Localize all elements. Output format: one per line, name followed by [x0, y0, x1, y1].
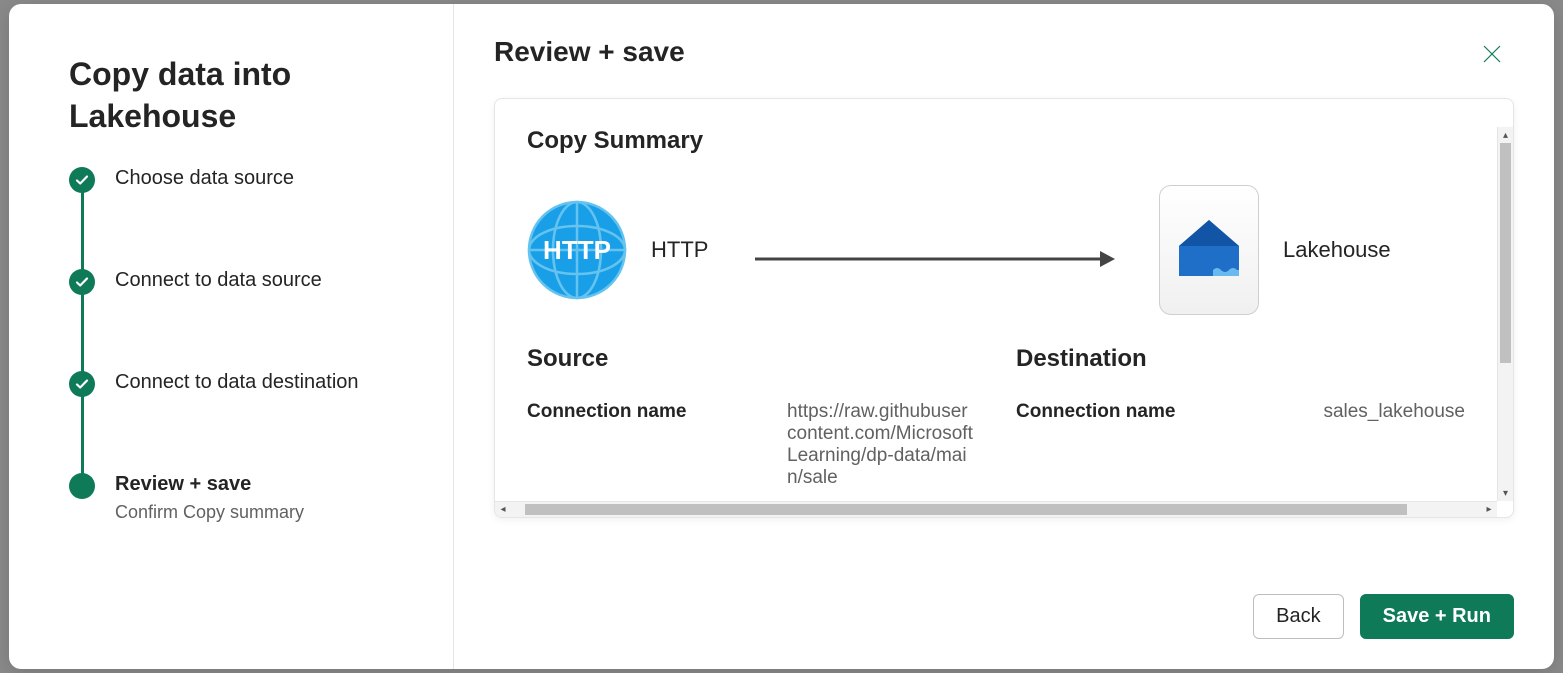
scroll-right-icon[interactable]: ▸: [1481, 502, 1497, 517]
page-title: Review + save: [494, 36, 1514, 68]
step-label: Choose data source: [115, 167, 294, 190]
flow-diagram: HTTP HTTP: [527, 185, 1465, 315]
current-step-icon: [69, 473, 95, 499]
source-connection-value: https://raw.githubusercontent.com/Micros…: [787, 401, 976, 489]
scroll-thumb[interactable]: [1500, 143, 1511, 363]
copy-summary-card: Copy Summary HTTP HTTP: [494, 98, 1514, 518]
scroll-thumb[interactable]: [525, 504, 1407, 515]
destination-connection-row: Connection name sales_lakehouse: [1016, 401, 1465, 423]
step-review-save[interactable]: Review + save Confirm Copy summary: [69, 473, 413, 523]
checkmark-icon: [69, 371, 95, 397]
arrow-right-icon: [755, 249, 1115, 251]
scroll-up-icon[interactable]: ▴: [1498, 127, 1513, 143]
step-sublabel: Confirm Copy summary: [115, 502, 304, 523]
wizard-sidebar: Copy data into Lakehouse Choose data sou…: [9, 4, 454, 669]
step-choose-data-source[interactable]: Choose data source: [69, 167, 413, 269]
step-connect-data-source[interactable]: Connect to data source: [69, 269, 413, 371]
horizontal-scrollbar[interactable]: ◂ ▸: [495, 501, 1497, 517]
wizard-footer: Back Save + Run: [494, 574, 1514, 639]
destination-connection-label: Connection name: [1016, 401, 1256, 423]
lakehouse-icon: [1159, 185, 1259, 315]
destination-heading: Destination: [1016, 345, 1465, 373]
close-icon: [1480, 42, 1504, 66]
save-run-button[interactable]: Save + Run: [1360, 594, 1514, 639]
scroll-left-icon[interactable]: ◂: [495, 502, 511, 517]
wizard-main: Review + save Copy Summary HTTP: [454, 4, 1554, 669]
close-button[interactable]: [1474, 36, 1510, 72]
source-type-label: HTTP: [651, 237, 721, 263]
source-column: Source Connection name https://raw.githu…: [527, 345, 976, 489]
wizard-title: Copy data into Lakehouse: [69, 54, 413, 137]
destination-column: Destination Connection name sales_lakeho…: [1016, 345, 1465, 489]
summary-details: Source Connection name https://raw.githu…: [527, 345, 1465, 489]
summary-title: Copy Summary: [527, 127, 1465, 155]
step-label: Connect to data source: [115, 269, 322, 292]
wizard-dialog: Copy data into Lakehouse Choose data sou…: [9, 4, 1554, 669]
destination-connection-value: sales_lakehouse: [1276, 401, 1465, 423]
step-label: Connect to data destination: [115, 371, 359, 394]
destination-type-label: Lakehouse: [1283, 237, 1391, 263]
source-connection-label: Connection name: [527, 401, 767, 489]
vertical-scrollbar[interactable]: ▴ ▾: [1497, 127, 1513, 501]
back-button[interactable]: Back: [1253, 594, 1343, 639]
http-globe-icon: HTTP: [527, 200, 627, 300]
step-label: Review + save: [115, 473, 304, 496]
checkmark-icon: [69, 269, 95, 295]
source-heading: Source: [527, 345, 976, 373]
wizard-steps: Choose data source Connect to data sourc…: [69, 167, 413, 523]
checkmark-icon: [69, 167, 95, 193]
step-connect-data-destination[interactable]: Connect to data destination: [69, 371, 413, 473]
scroll-down-icon[interactable]: ▾: [1498, 485, 1513, 501]
source-connection-row: Connection name https://raw.githubuserco…: [527, 401, 976, 489]
svg-text:HTTP: HTTP: [543, 235, 611, 265]
